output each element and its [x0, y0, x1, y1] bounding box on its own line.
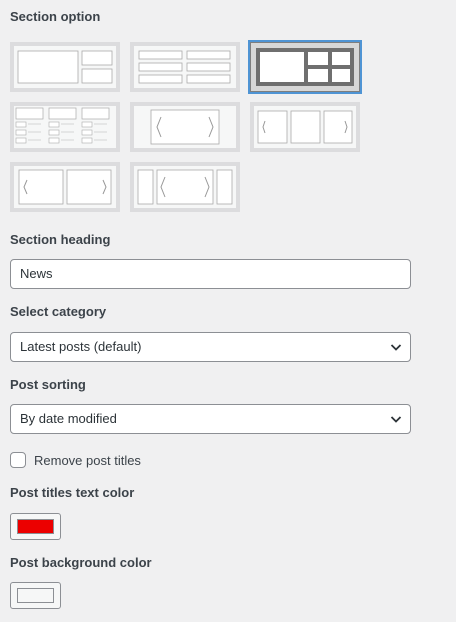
post-sorting-value: By date modified [20, 411, 117, 426]
remove-post-titles-checkbox[interactable] [10, 452, 26, 468]
select-category-dropdown[interactable]: Latest posts (default) [10, 332, 411, 362]
chevron-down-icon [390, 344, 402, 351]
layout-three-slider-icon [257, 110, 353, 144]
post-titles-color-button[interactable] [10, 513, 61, 540]
post-sorting-label: Post sorting [10, 377, 86, 392]
chevron-down-icon [390, 416, 402, 423]
post-background-color-label: Post background color [10, 555, 152, 570]
post-sorting-dropdown[interactable]: By date modified [10, 404, 411, 434]
layout-option-single-slider[interactable] [130, 102, 240, 152]
layout-three-column-list-icon [15, 107, 110, 144]
layout-two-column-list-icon [138, 50, 231, 84]
remove-post-titles-label[interactable]: Remove post titles [34, 453, 141, 468]
post-background-color-button[interactable] [10, 582, 61, 609]
section-option-label: Section option [10, 9, 101, 24]
layout-big-left-grid-right-icon [256, 48, 354, 86]
section-heading-label: Section heading [10, 232, 111, 247]
layout-option-three-column-list[interactable] [10, 102, 120, 152]
layout-option-center-slider[interactable] [130, 162, 240, 212]
layout-center-slider-icon [137, 169, 233, 205]
layout-option-big-left-grid-right[interactable] [248, 40, 362, 94]
layout-single-slider-icon [150, 109, 220, 145]
select-category-value: Latest posts (default) [20, 339, 142, 354]
select-category-label: Select category [10, 304, 107, 319]
section-heading-input[interactable]: News [10, 259, 411, 289]
post-titles-color-label: Post titles text color [10, 485, 135, 500]
layout-two-slider-icon [18, 169, 112, 205]
layout-big-left-two-right-icon [17, 50, 113, 84]
color-swatch [17, 519, 54, 534]
layout-option-two-slider[interactable] [10, 162, 120, 212]
layout-option-three-slider[interactable] [250, 102, 360, 152]
layout-option-big-left-two-right[interactable] [10, 42, 120, 92]
customizer-panel: Section option Section heading News Sele… [0, 0, 456, 622]
color-swatch [17, 588, 54, 603]
layout-option-two-column-list[interactable] [130, 42, 240, 92]
